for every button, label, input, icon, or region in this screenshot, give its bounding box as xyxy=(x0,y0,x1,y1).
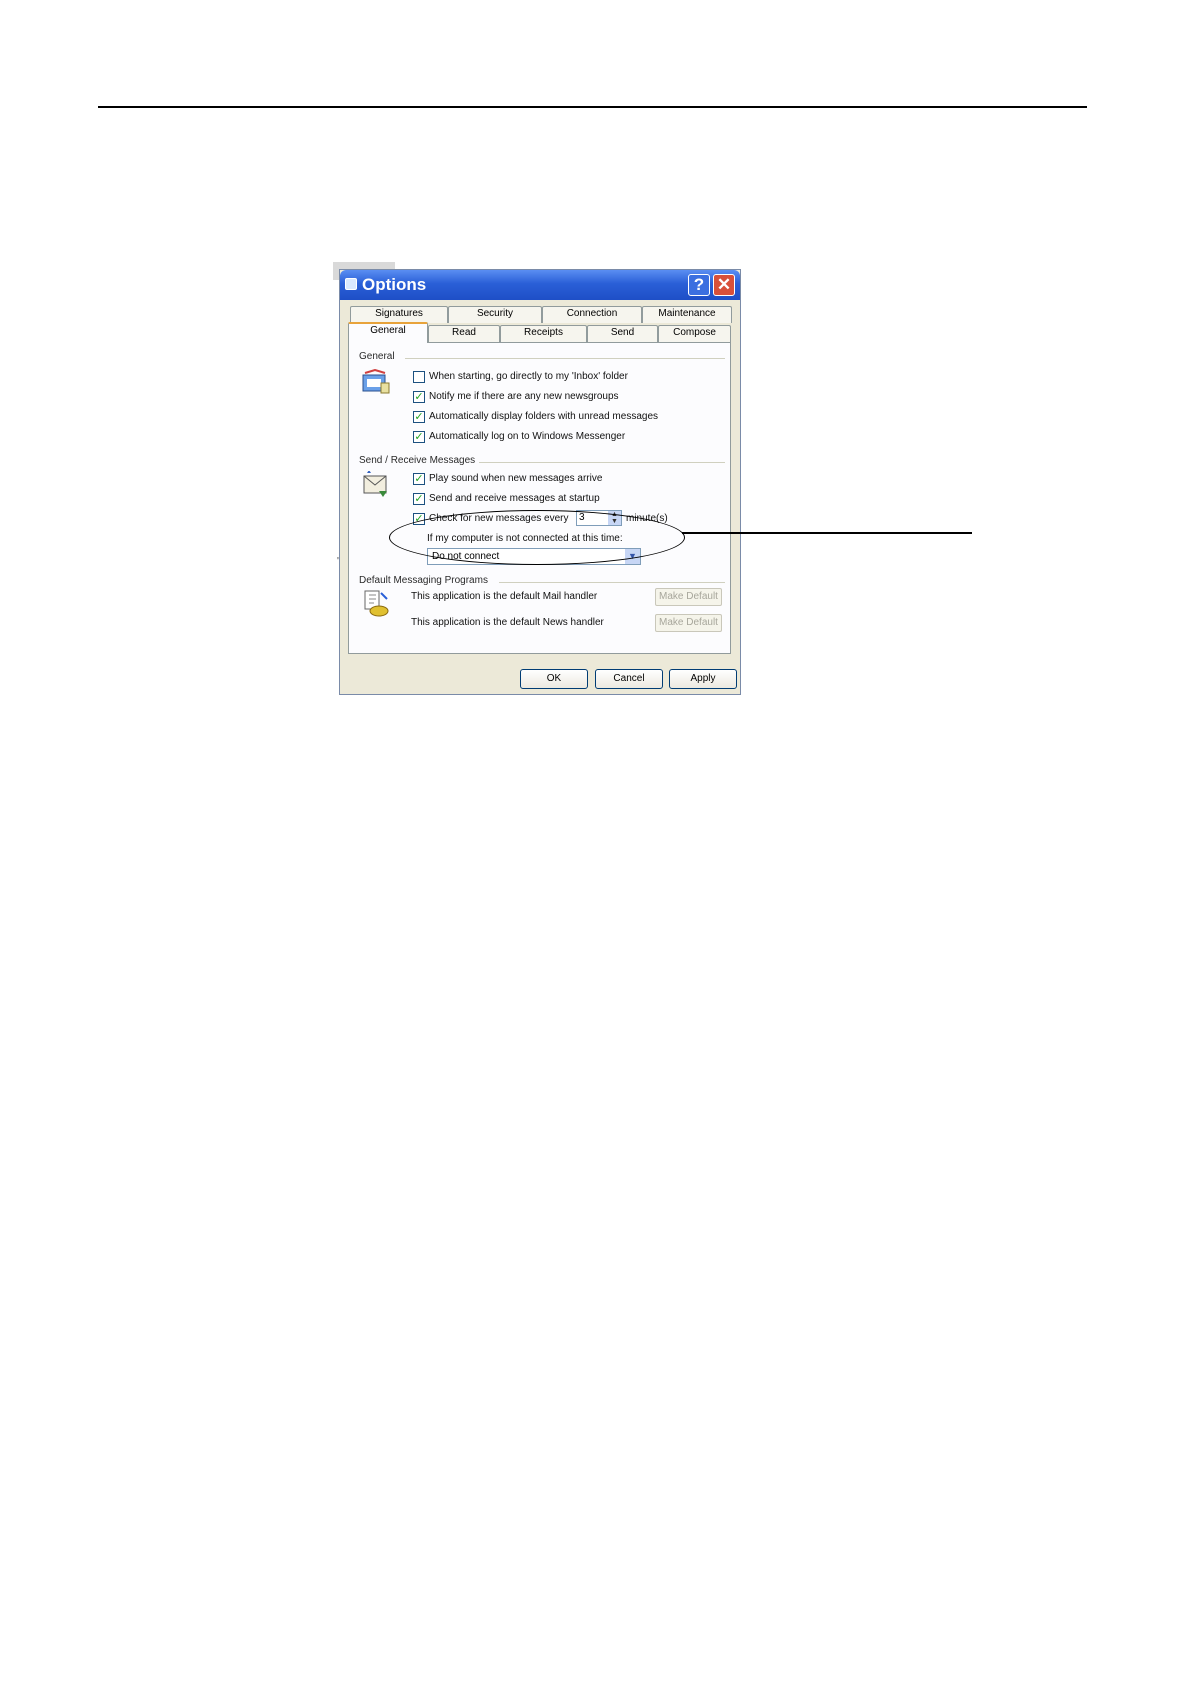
default-programs-group-label: Default Messaging Programs xyxy=(359,575,492,586)
make-default-news-button[interactable]: Make Default xyxy=(655,614,722,632)
ok-button[interactable]: OK xyxy=(520,669,588,689)
checkmark-icon[interactable]: ✓ xyxy=(413,473,425,485)
default-programs-icon xyxy=(364,590,389,617)
option-label: Notify me if there are any new newsgroup… xyxy=(429,391,619,402)
tab-general[interactable]: General xyxy=(348,322,428,343)
option-label: When starting, go directly to my 'Inbox'… xyxy=(429,371,628,382)
checkbox-unchecked[interactable] xyxy=(413,371,425,383)
close-button[interactable]: ✕ xyxy=(713,274,735,296)
option-label: Automatically log on to Windows Messenge… xyxy=(429,431,626,442)
option-label: Send and receive messages at startup xyxy=(429,493,600,504)
default-news-text: This application is the default News han… xyxy=(411,617,604,628)
checkmark-icon[interactable]: ✓ xyxy=(413,391,425,403)
tab-security[interactable]: Security xyxy=(448,306,542,323)
tab-receipts[interactable]: Receipts xyxy=(500,325,587,342)
make-default-mail-button[interactable]: Make Default xyxy=(655,588,722,606)
general-tab-panel: General When starting, go directly to my… xyxy=(348,342,731,654)
checkmark-icon[interactable]: ✓ xyxy=(413,493,425,505)
dialog-title: Options xyxy=(362,275,427,294)
checkmark-icon[interactable]: ✓ xyxy=(413,411,425,423)
cancel-button[interactable]: Cancel xyxy=(595,669,663,689)
general-settings-icon xyxy=(362,369,390,394)
help-button[interactable]: ? xyxy=(688,274,710,296)
general-group-label: General xyxy=(359,351,399,362)
tab-signatures[interactable]: Signatures xyxy=(350,306,448,323)
tab-connection[interactable]: Connection xyxy=(542,306,642,323)
default-mail-text: This application is the default Mail han… xyxy=(411,591,598,602)
checkmark-icon[interactable]: ✓ xyxy=(413,431,425,443)
outlook-express-icon xyxy=(345,278,357,290)
send-receive-icon xyxy=(363,471,387,497)
tab-maintenance[interactable]: Maintenance xyxy=(642,306,732,323)
send-receive-divider xyxy=(479,462,725,463)
default-programs-divider xyxy=(499,582,725,583)
callout-line xyxy=(682,532,972,534)
callout-ellipse xyxy=(389,510,685,565)
apply-button[interactable]: Apply xyxy=(669,669,737,689)
tab-send[interactable]: Send xyxy=(587,325,658,342)
send-receive-group-label: Send / Receive Messages xyxy=(359,455,480,466)
options-dialog: Options ? ✕ Signatures Security Connecti… xyxy=(339,269,741,695)
page-top-rule xyxy=(98,106,1087,108)
tab-compose[interactable]: Compose xyxy=(658,325,731,342)
option-label: Automatically display folders with unrea… xyxy=(429,411,658,422)
titlebar[interactable]: Options ? ✕ xyxy=(340,270,740,300)
option-label: Play sound when new messages arrive xyxy=(429,473,603,484)
tab-read[interactable]: Read xyxy=(428,325,500,342)
general-group-divider xyxy=(405,358,725,359)
